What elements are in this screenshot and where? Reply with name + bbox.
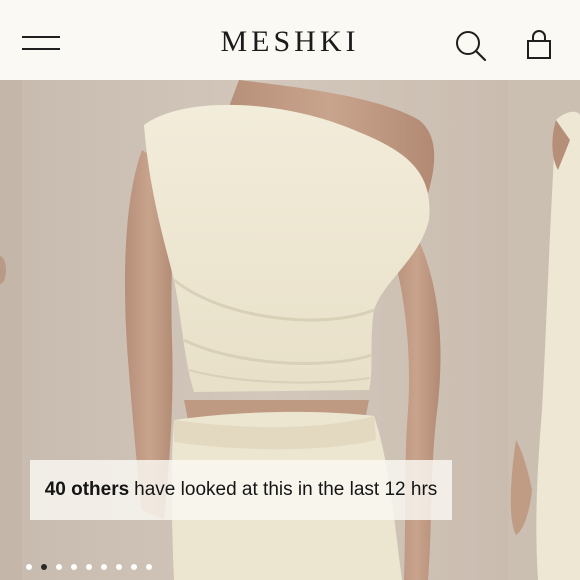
- recent-views-notice: 40 others have looked at this in the las…: [30, 460, 452, 520]
- slide-dot[interactable]: [56, 564, 62, 570]
- previous-slide-image[interactable]: [0, 80, 22, 580]
- slide-dot[interactable]: [26, 564, 32, 570]
- recent-views-count: 40 others: [44, 479, 130, 500]
- shopping-bag-icon: [527, 30, 551, 59]
- search-button[interactable]: [454, 29, 488, 63]
- next-slide-image[interactable]: [508, 80, 580, 580]
- slide-dot[interactable]: [71, 564, 77, 570]
- shopping-bag-button[interactable]: [524, 30, 554, 62]
- slide-dot[interactable]: [116, 564, 122, 570]
- recent-views-text: have looked at this in the last 12 hrs: [134, 479, 438, 500]
- slide-dot[interactable]: [86, 564, 92, 570]
- search-icon: [456, 31, 487, 62]
- slide-dot[interactable]: [146, 564, 152, 570]
- slide-dot[interactable]: [41, 564, 47, 570]
- product-image-gallery[interactable]: 40 others have looked at this in the las…: [0, 80, 580, 580]
- site-header: MESHKI: [0, 0, 580, 80]
- slide-indicator: [26, 562, 152, 572]
- slide-dot[interactable]: [131, 564, 137, 570]
- brand-logo[interactable]: MESHKI: [0, 25, 580, 59]
- slide-dot[interactable]: [101, 564, 107, 570]
